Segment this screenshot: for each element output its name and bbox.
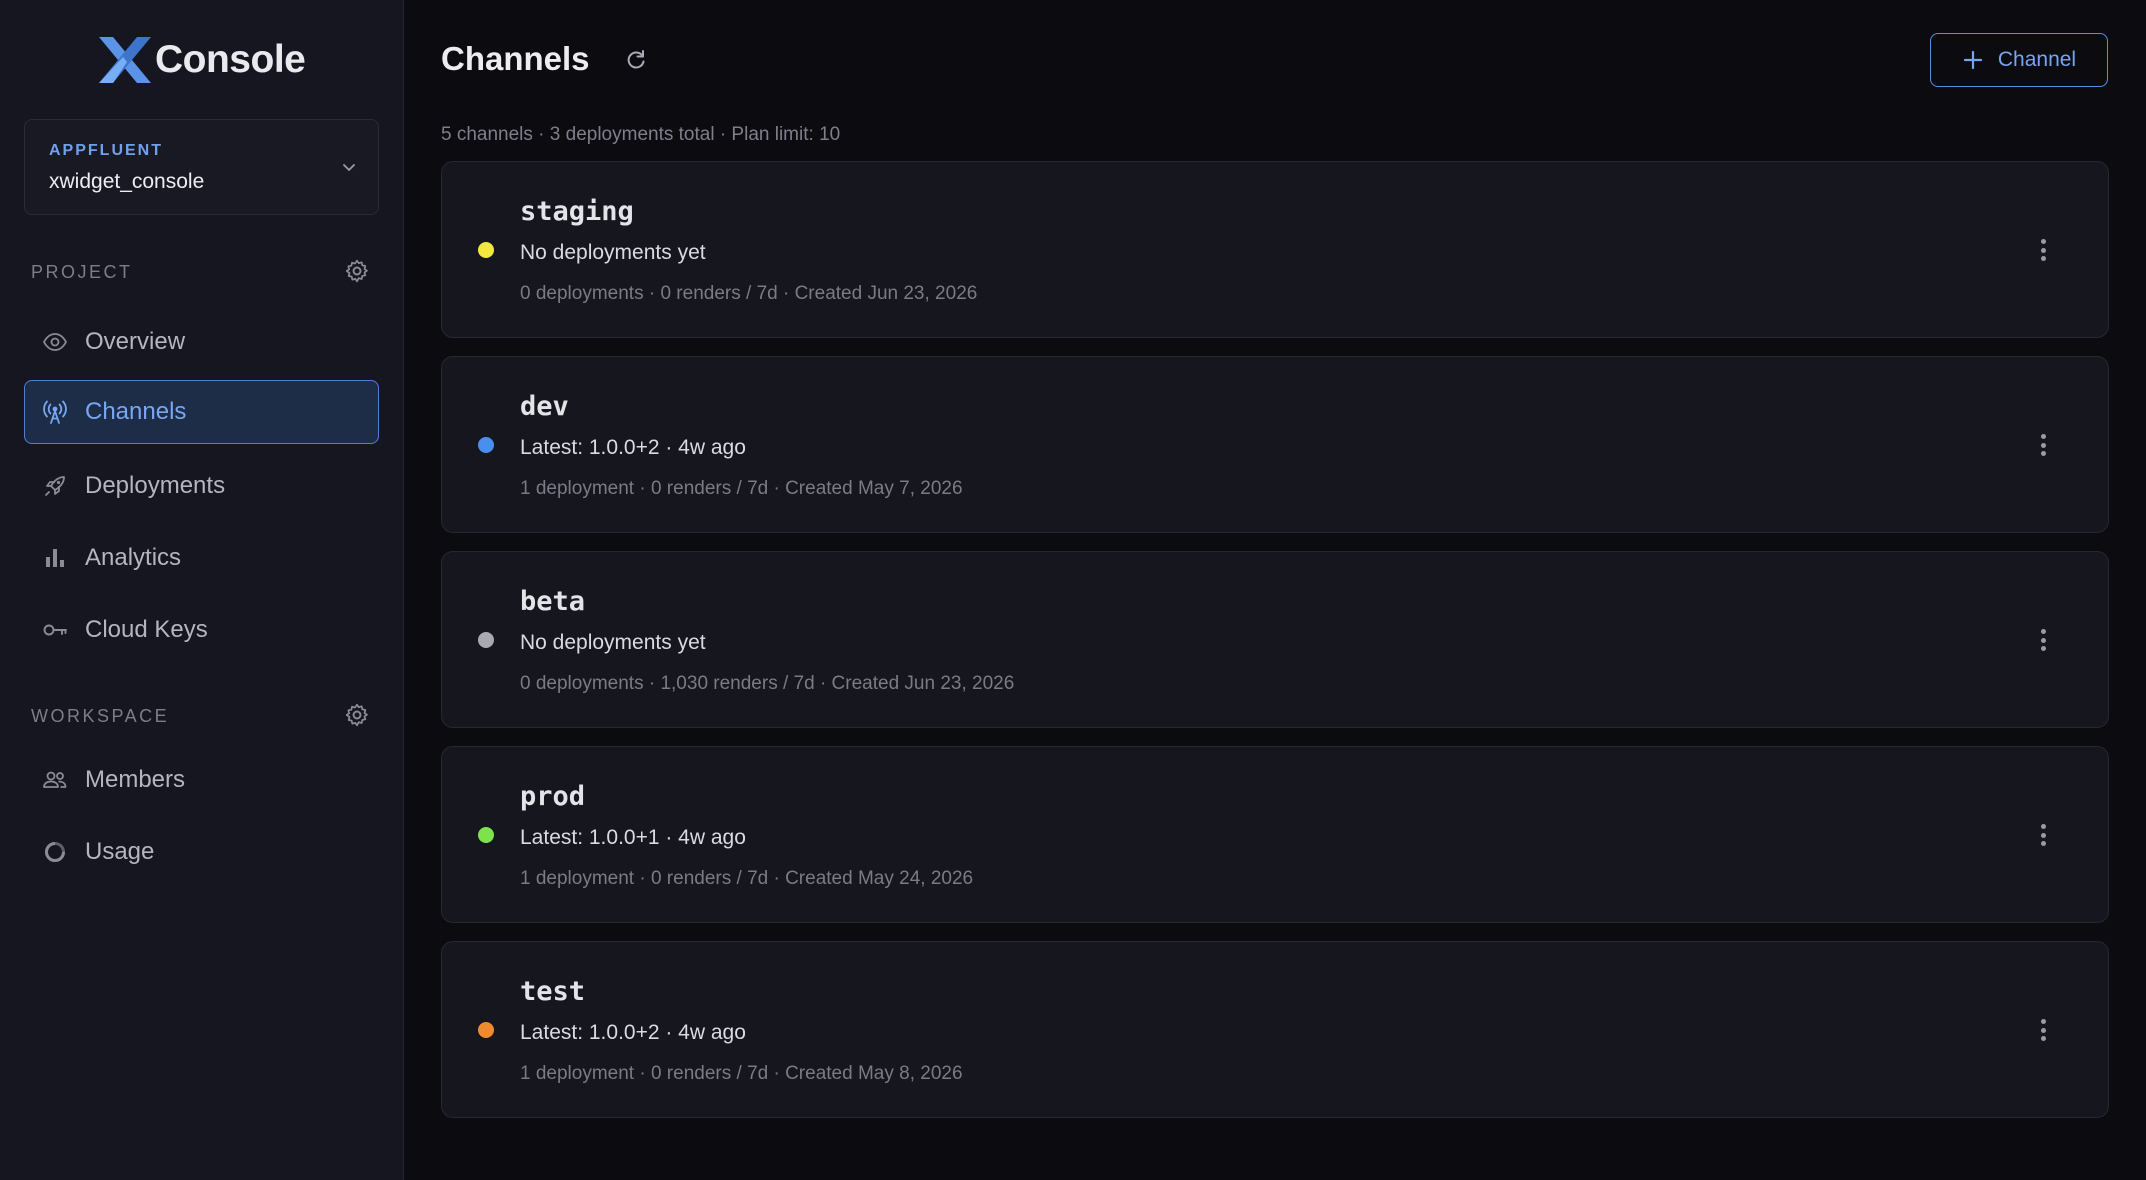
org-project-selector[interactable]: APPFLUENT xwidget_console xyxy=(24,119,379,215)
main-content: Channels Channel 5 channels · 3 deployme… xyxy=(404,0,2146,1180)
sidebar-item-usage[interactable]: Usage xyxy=(24,820,379,884)
plus-icon xyxy=(1963,50,1982,70)
chevron-down-icon xyxy=(343,164,355,171)
more-options-icon[interactable] xyxy=(2036,626,2050,654)
org-name: APPFLUENT xyxy=(49,142,163,159)
project-section-label: PROJECT xyxy=(31,262,133,282)
more-options-icon[interactable] xyxy=(2036,431,2050,459)
channel-card-beta[interactable]: beta No deployments yet 0 deployments · … xyxy=(441,551,2109,728)
status-dot xyxy=(478,437,494,453)
workspace-section-label: WORKSPACE xyxy=(31,706,170,726)
broadcast-icon xyxy=(42,399,68,425)
channel-meta: 1 deployment · 0 renders / 7d · Created … xyxy=(520,868,974,889)
bar-chart-icon xyxy=(42,545,68,571)
channel-meta: 1 deployment · 0 renders / 7d · Created … xyxy=(520,1063,963,1084)
channel-meta: 0 deployments · 0 renders / 7d · Created… xyxy=(520,283,978,304)
channel-card-test[interactable]: test Latest: 1.0.0+2 · 4w ago 1 deployme… xyxy=(441,941,2109,1118)
more-options-icon[interactable] xyxy=(2036,236,2050,264)
brand-logo[interactable]: Console xyxy=(97,34,306,86)
channel-latest: Latest: 1.0.0+1 · 4w ago xyxy=(520,826,746,849)
add-channel-button[interactable]: Channel xyxy=(1930,33,2108,87)
add-channel-label: Channel xyxy=(1997,48,2077,71)
channel-card-staging[interactable]: staging No deployments yet 0 deployments… xyxy=(441,161,2109,338)
key-icon xyxy=(42,617,68,643)
sidebar-item-analytics[interactable]: Analytics xyxy=(24,526,379,590)
sidebar-item-channels[interactable]: Channels xyxy=(24,380,379,444)
donut-icon xyxy=(42,839,68,865)
sidebar-item-label: Members xyxy=(85,766,186,793)
channel-latest: No deployments yet xyxy=(520,631,706,654)
channel-name: test xyxy=(520,976,586,1007)
sidebar-item-label: Overview xyxy=(85,328,186,355)
channel-meta: 1 deployment · 0 renders / 7d · Created … xyxy=(520,478,963,499)
channel-name: beta xyxy=(520,586,586,617)
sidebar-item-deployments[interactable]: Deployments xyxy=(24,454,379,518)
channel-latest: No deployments yet xyxy=(520,241,706,264)
workspace-settings-gear-icon[interactable] xyxy=(344,702,370,728)
sidebar-item-label: Analytics xyxy=(85,544,182,571)
sidebar-item-label: Channels xyxy=(85,398,187,425)
more-options-icon[interactable] xyxy=(2036,821,2050,849)
people-icon xyxy=(42,767,68,793)
channel-latest: Latest: 1.0.0+2 · 4w ago xyxy=(520,436,746,459)
more-options-icon[interactable] xyxy=(2036,1016,2050,1044)
status-dot xyxy=(478,827,494,843)
sidebar-item-cloud-keys[interactable]: Cloud Keys xyxy=(24,598,379,662)
sidebar-item-label: Cloud Keys xyxy=(85,616,208,643)
eye-icon xyxy=(42,329,68,355)
status-dot xyxy=(478,242,494,258)
brand-name: Console xyxy=(155,38,306,81)
sidebar-item-overview[interactable]: Overview xyxy=(24,310,379,374)
sidebar-item-members[interactable]: Members xyxy=(24,748,379,812)
channel-card-prod[interactable]: prod Latest: 1.0.0+1 · 4w ago 1 deployme… xyxy=(441,746,2109,923)
x-logo-icon xyxy=(99,37,151,83)
app-root: Console APPFLUENT xwidget_console PROJEC… xyxy=(0,0,2146,1180)
channel-card-dev[interactable]: dev Latest: 1.0.0+2 · 4w ago 1 deploymen… xyxy=(441,356,2109,533)
sidebar: Console APPFLUENT xwidget_console PROJEC… xyxy=(0,0,404,1180)
rocket-icon xyxy=(42,473,68,499)
channel-name: prod xyxy=(520,781,586,812)
sidebar-item-label: Deployments xyxy=(85,472,226,499)
channel-name: staging xyxy=(520,196,634,227)
channels-summary: 5 channels · 3 deployments total · Plan … xyxy=(441,124,841,145)
project-settings-gear-icon[interactable] xyxy=(344,258,370,284)
status-dot xyxy=(478,1022,494,1038)
channel-name: dev xyxy=(520,391,569,422)
page-title: Channels xyxy=(441,40,590,77)
status-dot xyxy=(478,632,494,648)
refresh-icon[interactable] xyxy=(623,47,649,73)
sidebar-item-label: Usage xyxy=(85,838,155,865)
channel-meta: 0 deployments · 1,030 renders / 7d · Cre… xyxy=(520,673,1015,694)
project-name: xwidget_console xyxy=(49,170,205,193)
channel-latest: Latest: 1.0.0+2 · 4w ago xyxy=(520,1021,746,1044)
